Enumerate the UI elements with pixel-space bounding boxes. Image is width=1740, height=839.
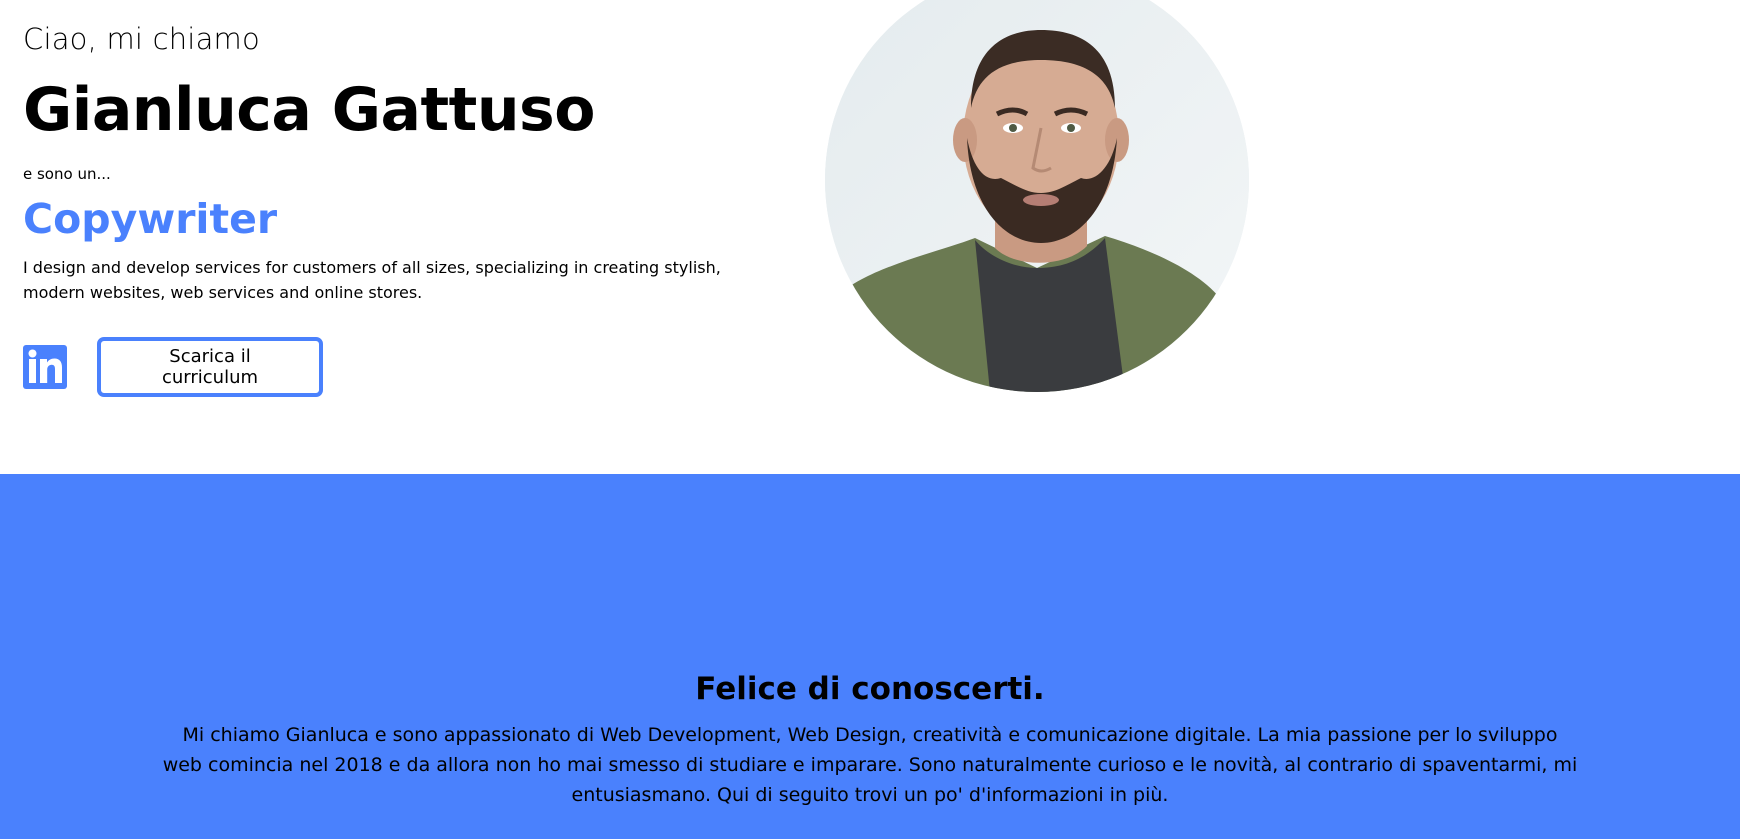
hero-section: Ciao, mi chiamo Gianluca Gattuso e sono … [0,0,1740,474]
hero-intro: Ciao, mi chiamo Gianluca Gattuso e sono … [23,0,743,397]
linkedin-icon [28,349,62,383]
hero-actions: Scarica il curriculum [23,337,743,397]
download-cv-button[interactable]: Scarica il curriculum [97,337,323,397]
about-text: Mi chiamo Gianluca e sono appassionato d… [162,724,1578,806]
linkedin-link[interactable] [23,345,67,389]
intro-text: e sono un... [23,165,111,183]
about-section: Felice di conoscerti. Mi chiamo Gianluca… [0,474,1740,839]
hero-description: I design and develop services for custom… [23,258,721,302]
portrait-illustration [825,0,1249,392]
person-name: Gianluca Gattuso [23,75,596,145]
about-title: Felice di conoscerti. [695,671,1045,707]
role-title: Copywriter [23,195,278,243]
profile-photo [825,0,1249,392]
greeting-text: Ciao, mi chiamo [23,22,260,56]
